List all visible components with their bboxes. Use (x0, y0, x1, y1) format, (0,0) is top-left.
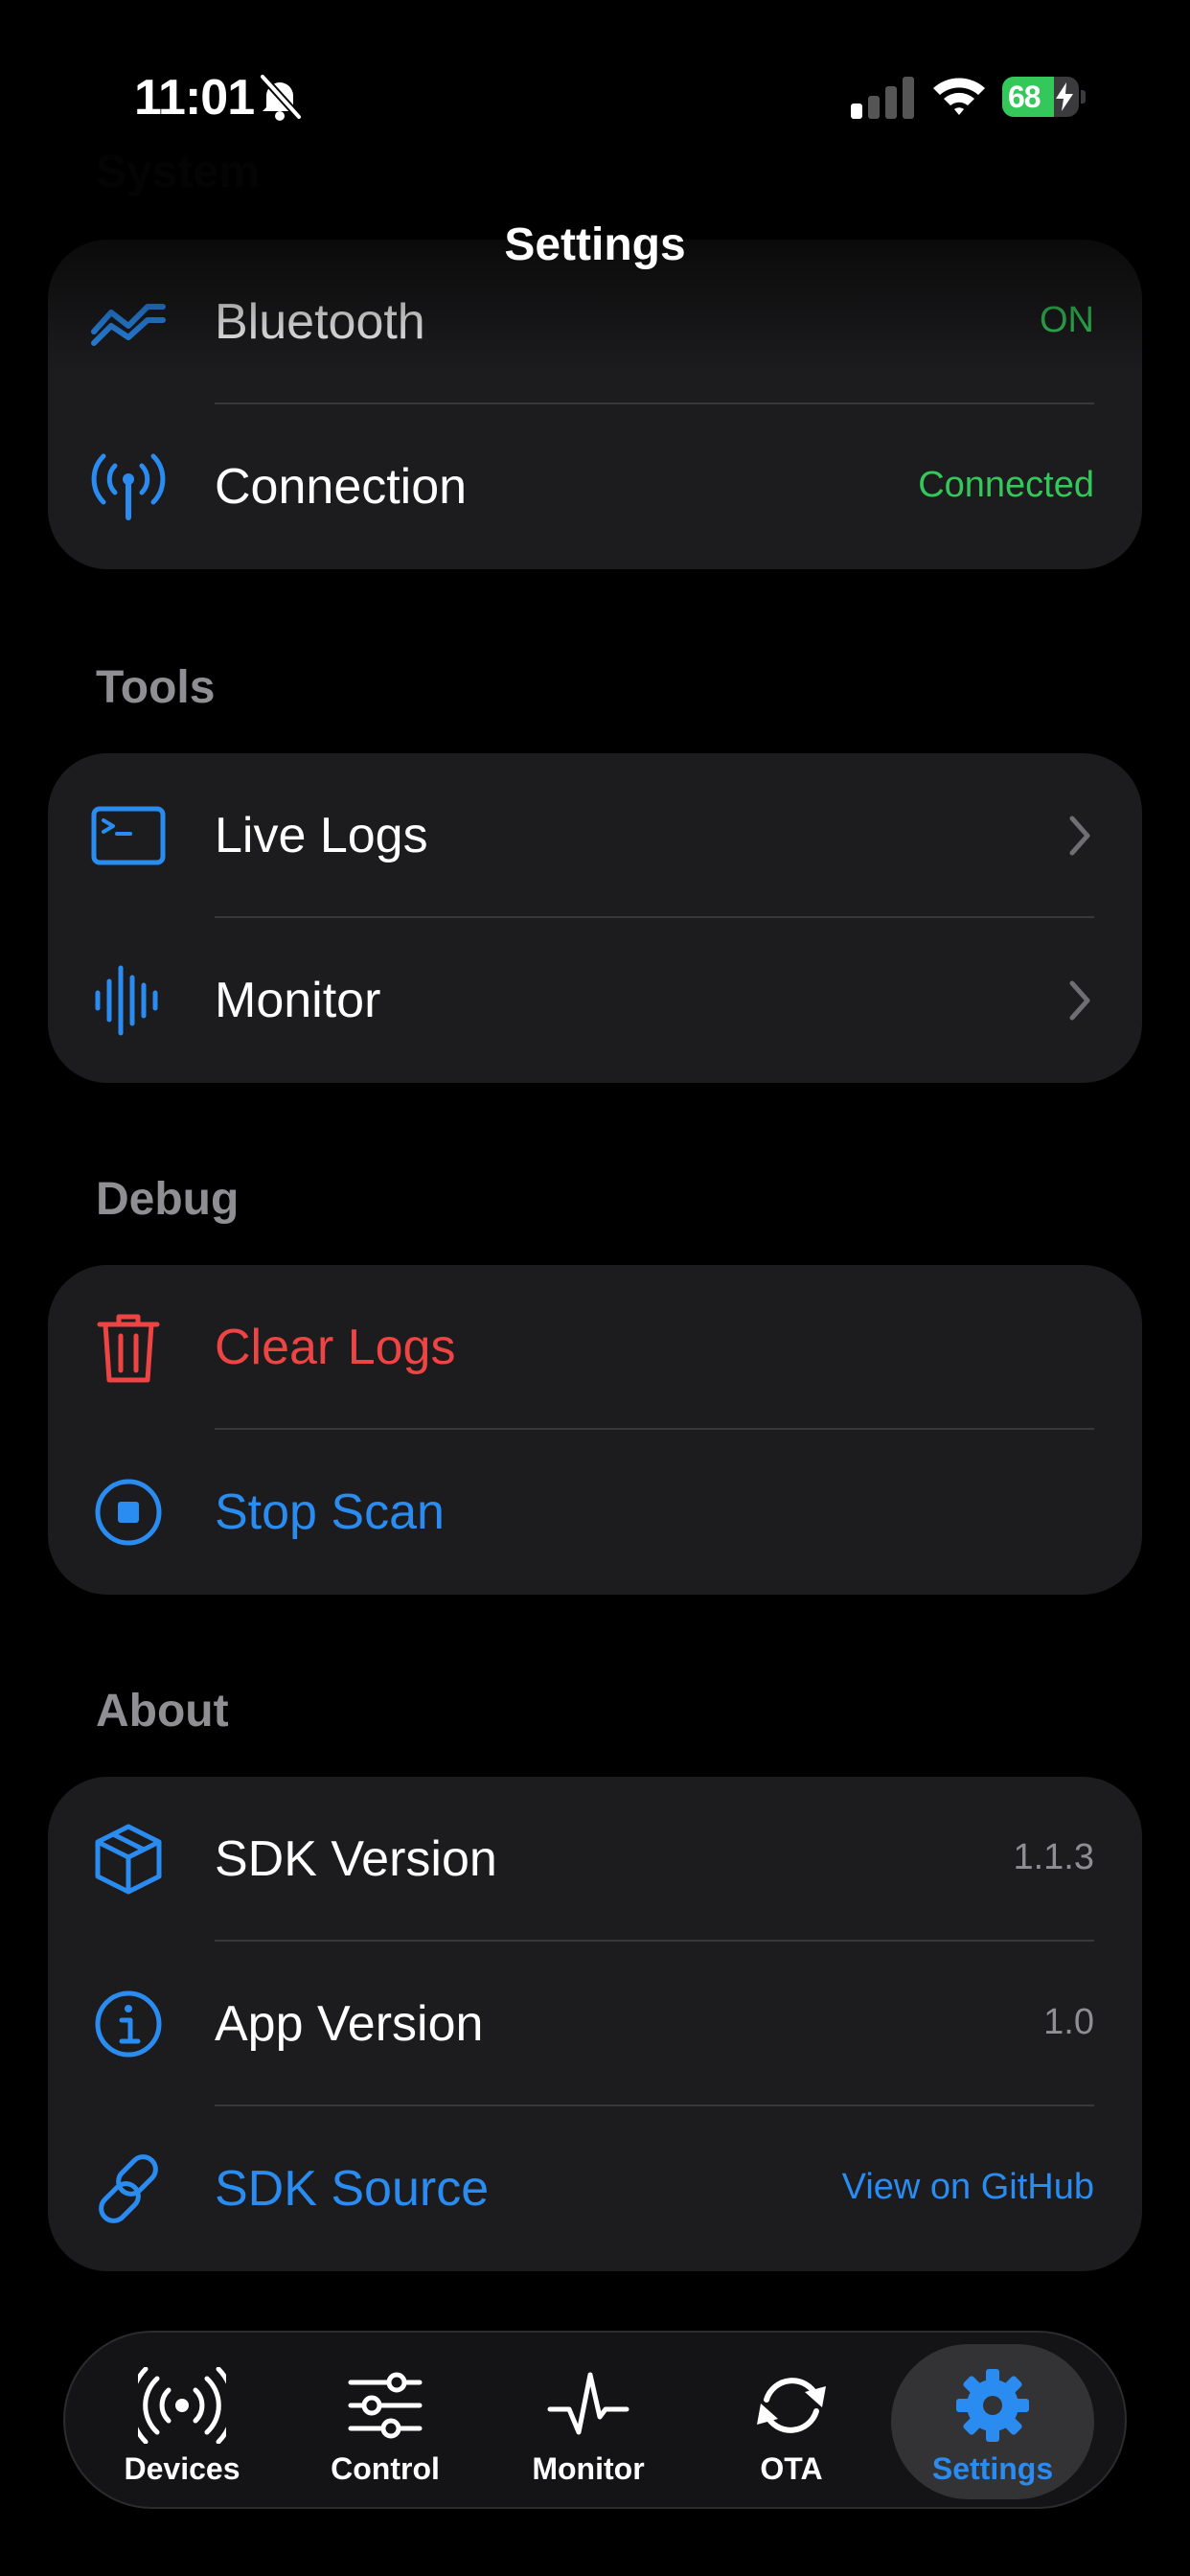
page-title: Settings (504, 219, 686, 270)
cellular-signal-icon (851, 77, 914, 119)
battery-percent: 68 (1008, 80, 1041, 114)
connection-label: Connection (215, 459, 468, 515)
bluetooth-label: Bluetooth (215, 294, 425, 350)
tab-control-label: Control (331, 2451, 440, 2486)
sdk-source-row[interactable]: SDK Source View on GitHub (48, 2106, 1142, 2271)
sdk-version-value: 1.1.3 (1013, 1837, 1094, 1877)
tab-devices[interactable]: Devices (80, 2333, 284, 2507)
stop-circle-icon (95, 1479, 162, 1546)
battery-indicator: 68 (1002, 77, 1086, 117)
app-version-row: App Version 1.0 (48, 1942, 1142, 2106)
tab-devices-label: Devices (124, 2451, 240, 2486)
view-on-github-link[interactable]: View on GitHub (842, 2167, 1094, 2208)
app-version-value: 1.0 (1043, 2002, 1094, 2042)
link-icon (99, 2154, 158, 2223)
section-header-tools: Tools (96, 662, 216, 713)
settings-screen: System Bluetooth ON Connection Connected… (0, 0, 1190, 2576)
live-logs-row[interactable]: Live Logs (48, 753, 1142, 918)
system-card: Bluetooth ON Connection Connected (48, 240, 1142, 569)
status-bar: 11:01 68 (0, 0, 1190, 192)
info-icon (95, 1990, 162, 2058)
tab-settings-label: Settings (931, 2451, 1054, 2486)
tab-monitor-label: Monitor (532, 2451, 645, 2486)
about-card: SDK Version 1.1.3 App Version 1.0 SDK So… (48, 1777, 1142, 2271)
tab-control[interactable]: Control (284, 2333, 487, 2507)
chevron-right-icon (1069, 816, 1090, 856)
sdk-version-row: SDK Version 1.1.3 (48, 1777, 1142, 1942)
chevron-right-icon (1069, 980, 1090, 1021)
bell-slash-icon (260, 74, 302, 121)
sdk-source-label: SDK Source (215, 2161, 490, 2217)
antenna-icon (91, 453, 166, 520)
pulse-icon (547, 2372, 629, 2435)
monitor-label: Monitor (215, 973, 381, 1028)
tab-ota[interactable]: OTA (690, 2333, 893, 2507)
live-logs-label: Live Logs (215, 808, 428, 863)
wifi-icon (933, 78, 985, 115)
status-time: 11:01 (134, 70, 255, 126)
terminal-icon (91, 806, 166, 865)
tools-card: Live Logs Monitor (48, 753, 1142, 1083)
charging-bolt-icon (1056, 82, 1073, 111)
section-header-about: About (96, 1686, 229, 1736)
trash-icon (97, 1314, 160, 1383)
sdk-version-label: SDK Version (215, 1831, 497, 1887)
bluetooth-status: ON (1040, 300, 1094, 340)
refresh-icon (757, 2378, 826, 2433)
section-header-debug: Debug (96, 1174, 240, 1225)
app-version-label: App Version (215, 1996, 484, 2052)
cube-icon (95, 1824, 162, 1895)
tab-ota-label: OTA (760, 2451, 823, 2486)
stop-scan-label: Stop Scan (215, 1484, 445, 1540)
tab-settings[interactable]: Settings (891, 2344, 1094, 2499)
bluetooth-wave-icon (91, 304, 166, 346)
connection-row[interactable]: Connection Connected (48, 404, 1142, 569)
connection-status: Connected (918, 465, 1094, 505)
monitor-row[interactable]: Monitor (48, 918, 1142, 1083)
tab-bar: Devices Control Monitor OTA Settings (63, 2331, 1127, 2509)
clear-logs-label: Clear Logs (215, 1320, 456, 1375)
sliders-icon (348, 2372, 423, 2439)
stop-scan-row[interactable]: Stop Scan (48, 1430, 1142, 1595)
waveform-icon (95, 965, 158, 1036)
gear-icon (956, 2369, 1029, 2442)
debug-card: Clear Logs Stop Scan (48, 1265, 1142, 1595)
tab-monitor[interactable]: Monitor (487, 2333, 690, 2507)
broadcast-icon (138, 2367, 226, 2444)
clear-logs-row[interactable]: Clear Logs (48, 1265, 1142, 1430)
